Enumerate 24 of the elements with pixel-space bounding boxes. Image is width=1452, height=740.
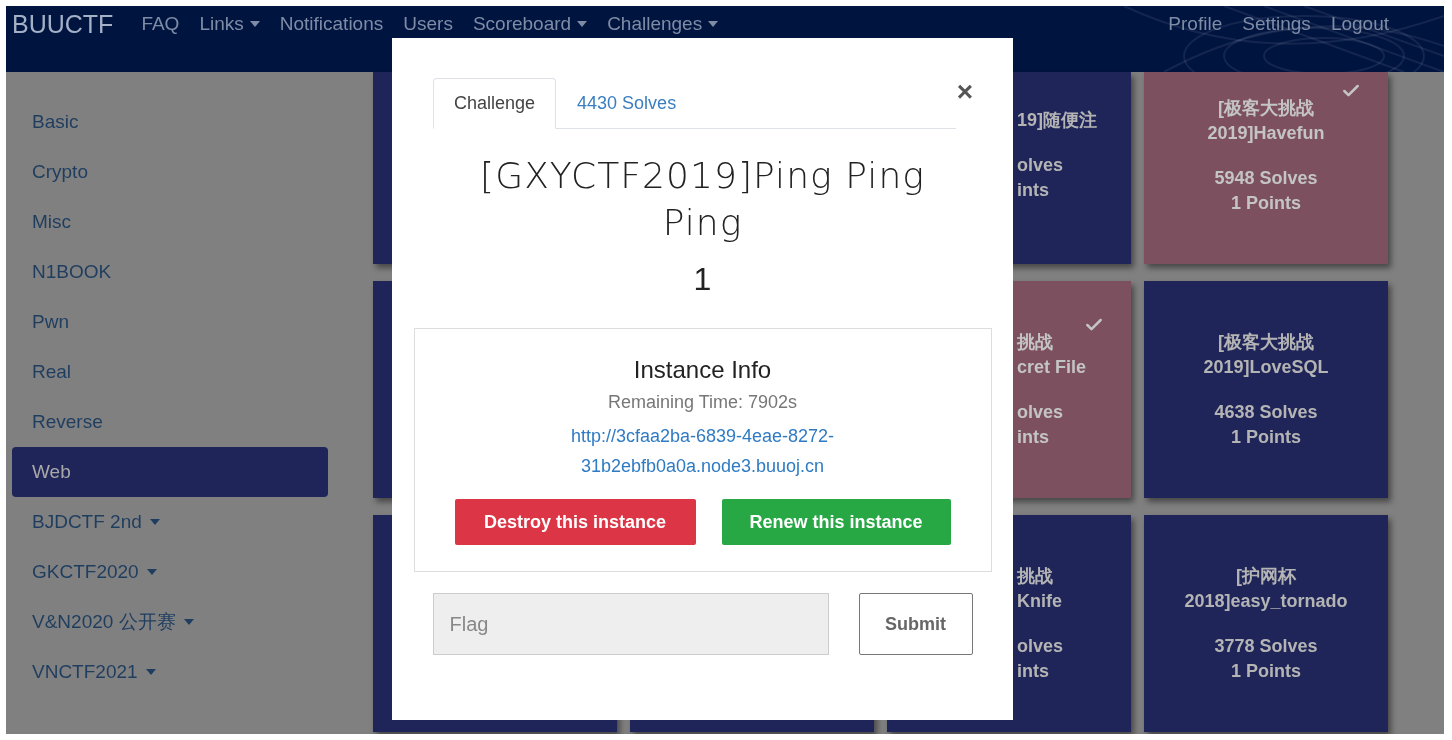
card-points: ints bbox=[1017, 179, 1050, 202]
card-title: 19]随便注 bbox=[1017, 109, 1098, 132]
card-title: cret File bbox=[1017, 355, 1088, 379]
card-title: 挑战 bbox=[1017, 564, 1054, 588]
challenge-points: 1 bbox=[693, 260, 712, 299]
card-solves: olves bbox=[1017, 400, 1065, 424]
card-solves: olves bbox=[1017, 154, 1065, 177]
card-title: [极客大挑战 2019]LoveSQL bbox=[1202, 330, 1330, 379]
card-title: [极客大挑战 2019]Havefun bbox=[1206, 96, 1326, 145]
card-points: 1 Points bbox=[1231, 659, 1301, 683]
card-title: 挑战 bbox=[1017, 330, 1054, 354]
card-solves: 3778 Solves bbox=[1214, 634, 1318, 658]
remaining-time: Remaining Time: 7902s bbox=[607, 391, 798, 414]
card-points: 1 Points bbox=[1231, 425, 1301, 449]
challenge-title: [GXYCTF2019]Ping Ping Ping bbox=[479, 154, 926, 245]
card-solves: 5948 Solves bbox=[1214, 166, 1318, 190]
instance-heading: Instance Info bbox=[633, 355, 772, 385]
card-points: 1 Points bbox=[1231, 191, 1301, 215]
card-points: ints bbox=[1017, 425, 1050, 449]
card-points: ints bbox=[1017, 659, 1050, 683]
card-title: [护网杯 2018]easy_tornado bbox=[1183, 564, 1349, 613]
card-solves: 4638 Solves bbox=[1214, 400, 1318, 424]
card-solves: olves bbox=[1017, 634, 1065, 658]
card-title: Knife bbox=[1017, 589, 1063, 613]
